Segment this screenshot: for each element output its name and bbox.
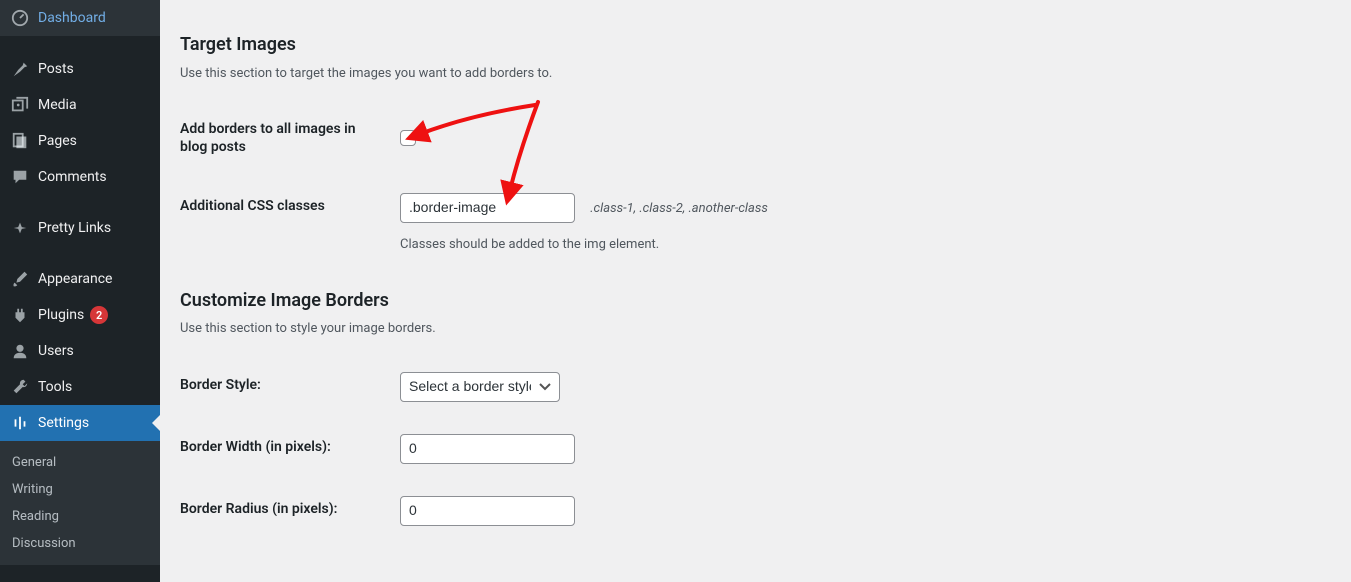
submenu-label: Discussion [12,536,76,551]
submenu-item-writing[interactable]: Writing [0,476,160,503]
sidebar-item-pretty-links[interactable]: Pretty Links [0,210,160,246]
sidebar-item-users[interactable]: Users [0,333,160,369]
select-border-style[interactable]: Select a border style... [400,372,560,402]
submenu-item-reading[interactable]: Reading [0,503,160,530]
user-icon [10,341,30,361]
target-images-table: Add borders to all images in blog posts … [180,100,1331,267]
submenu-item-general[interactable]: General [0,449,160,476]
sidebar-item-label: Users [38,343,74,359]
label-add-borders-all: Add borders to all images in blog posts [180,100,390,176]
sidebar-item-tools[interactable]: Tools [0,369,160,405]
sidebar-item-posts[interactable]: Posts [0,51,160,87]
wrench-icon [10,377,30,397]
hint-css-examples: .class-1, .class-2, .another-class [590,201,768,216]
section-desc-target: Use this section to target the images yo… [180,66,1331,81]
sidebar-item-label: Media [38,97,77,113]
section-desc-customize: Use this section to style your image bor… [180,321,1331,336]
media-icon [10,95,30,115]
submenu-label: Writing [12,482,53,497]
label-additional-css: Additional CSS classes [180,177,390,268]
comment-icon [10,167,30,187]
brush-icon [10,269,30,289]
sidebar-item-dashboard[interactable]: Dashboard [0,0,160,36]
submenu-label: General [12,455,56,470]
star-icon [10,218,30,238]
label-border-style: Border Style: [180,356,390,418]
sidebar-item-pages[interactable]: Pages [0,123,160,159]
sidebar-item-plugins[interactable]: Plugins 2 [0,297,160,333]
sidebar-item-appearance[interactable]: Appearance [0,261,160,297]
dashboard-icon [10,8,30,28]
pin-icon [10,59,30,79]
sidebar-item-label: Pretty Links [38,220,111,236]
settings-page: Target Images Use this section to target… [160,0,1351,582]
section-heading-customize: Customize Image Borders [180,290,1331,311]
checkbox-all-images[interactable] [400,130,416,146]
settings-submenu: General Writing Reading Discussion [0,441,160,565]
input-css-classes[interactable] [400,193,575,223]
sidebar-item-comments[interactable]: Comments [0,159,160,195]
sidebar-item-label: Comments [38,169,107,185]
submenu-item-discussion[interactable]: Discussion [0,530,160,557]
settings-icon [10,413,30,433]
hint-css-note: Classes should be added to the img eleme… [400,237,1321,252]
sidebar-item-media[interactable]: Media [0,87,160,123]
update-badge: 2 [90,306,108,324]
sidebar-item-label: Dashboard [38,10,106,26]
sidebar-item-label: Pages [38,133,77,149]
sidebar-item-label: Settings [38,415,89,431]
sidebar-item-label: Posts [38,61,74,77]
submenu-label: Reading [12,509,59,524]
sidebar-item-label: Tools [38,379,72,395]
admin-sidebar: Dashboard Posts Media Pages Comments [0,0,160,582]
page-icon [10,131,30,151]
customize-borders-table: Border Style: Select a border style... B… [180,356,1331,542]
sidebar-item-label: Plugins [38,307,84,323]
input-border-radius[interactable] [400,496,575,526]
label-border-width: Border Width (in pixels): [180,418,390,480]
plugin-icon [10,305,30,325]
section-heading-target: Target Images [180,34,1331,55]
sidebar-item-settings[interactable]: Settings [0,405,160,441]
input-border-width[interactable] [400,434,575,464]
sidebar-item-label: Appearance [38,271,112,287]
